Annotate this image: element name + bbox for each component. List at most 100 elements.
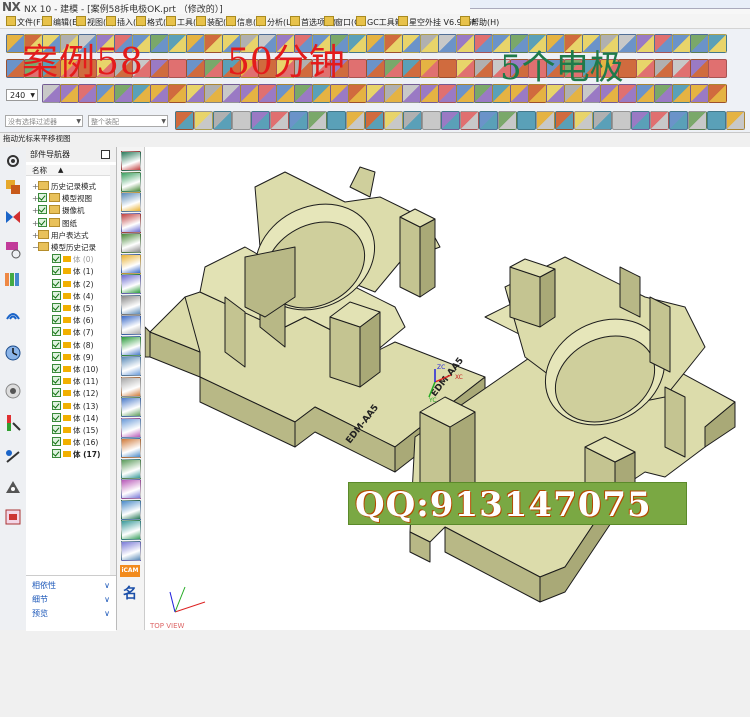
toolbar-button[interactable] [707,111,726,130]
vertical-tool-button[interactable] [121,233,141,253]
navigator-section-tab[interactable]: 细节 ∨ [26,593,116,606]
toolbar-button[interactable] [308,111,327,130]
navigator-section-tab[interactable]: 相依性 ∨ [26,579,116,592]
toolbar-button[interactable] [441,111,460,130]
toolbar-button[interactable] [186,59,205,78]
tree-node[interactable]: − 模型历史记录 [32,242,96,254]
toolbar-button[interactable] [348,59,367,78]
toolbar-button[interactable] [186,34,205,53]
tree-node[interactable]: 体 (1) [52,266,94,278]
toolbar-button[interactable] [536,111,555,130]
toolbar-button[interactable] [690,34,709,53]
vertical-tool-button[interactable] [121,212,141,233]
toolbar-button[interactable] [258,84,277,103]
toolbar-button[interactable] [690,59,709,78]
tree-node[interactable]: 体 (6) [52,315,94,327]
toolbar-button[interactable] [168,84,187,103]
toolbar-button[interactable] [726,111,745,130]
electrode-right[interactable] [409,256,736,603]
toolbar-button[interactable] [631,111,650,130]
toolbar-button[interactable] [708,59,727,78]
vertical-tool-button[interactable] [121,479,141,499]
toolbar-button[interactable] [384,34,403,53]
toolbar-button[interactable] [460,111,479,130]
toolbar-button[interactable] [312,84,331,103]
toolbar-button[interactable] [346,111,365,130]
toolbar-button[interactable] [222,84,241,103]
toolbar-button[interactable] [474,59,493,78]
reuse-library-icon[interactable] [3,269,23,289]
visibility-checkbox[interactable] [52,400,61,410]
tree-node[interactable]: + 用户表达式 [32,229,89,242]
toolbar-button[interactable] [555,111,574,130]
toolbar-button[interactable] [422,111,441,130]
toolbar-button[interactable] [636,84,655,103]
assembly-navigator-icon[interactable] [3,207,23,227]
navigator-section-tab[interactable]: 预览 ∨ [26,607,116,620]
visibility-checkbox[interactable] [38,193,47,203]
visibility-checkbox[interactable] [52,266,61,276]
visibility-checkbox[interactable] [52,303,61,312]
toolbar-button[interactable] [498,111,517,130]
model-view[interactable]: EDM-AA5 EDM-AA5 XC YC ZC [144,147,750,630]
menu-item[interactable]: 分析(L) [256,16,294,28]
toolbar-button[interactable] [175,111,194,130]
toolbar-button[interactable] [348,84,367,103]
toolbar-button[interactable] [402,84,421,103]
toolbar-button[interactable] [636,34,655,53]
toolbar-button[interactable] [150,59,169,78]
toolbar-button[interactable] [420,59,439,78]
visibility-checkbox[interactable] [52,254,61,264]
toolbar-button[interactable] [366,59,385,78]
column-header-name[interactable]: 名称 ▲ [26,165,110,176]
toolbar-button[interactable] [204,59,223,78]
visibility-checkbox[interactable] [38,205,47,215]
vertical-tool-button[interactable] [121,171,141,192]
toolbar-button[interactable] [479,111,498,130]
toolbar-button[interactable] [186,84,205,103]
toolbar-button[interactable] [384,84,403,103]
tree-node[interactable]: 体 (14) [52,412,98,425]
maximize-icon[interactable] [101,150,110,159]
visibility-checkbox[interactable] [52,315,61,325]
toolbar-button[interactable] [420,34,439,53]
toolbar-button[interactable] [672,84,691,103]
graphics-viewport[interactable]: EDM-AA5 EDM-AA5 XC YC ZC QQ:913147075 [144,147,750,630]
toolbar-button[interactable] [289,111,308,130]
tree-node[interactable]: 体 (0) [52,254,94,266]
toolbar-button[interactable] [672,59,691,78]
toolbar-button[interactable] [366,84,385,103]
toolbar-button[interactable] [42,84,61,103]
visibility-checkbox[interactable] [52,278,61,288]
toolbar-button[interactable] [132,84,151,103]
toolbar-button[interactable] [438,34,457,53]
tree-node[interactable]: + 历史记录模式 [32,181,96,193]
toolbar-button[interactable] [294,84,313,103]
tree-node[interactable]: 体 (2) [52,278,94,291]
toolbar-button[interactable] [474,34,493,53]
toolbar-button[interactable] [402,59,421,78]
toolbar-button[interactable] [384,59,403,78]
web-browser-icon[interactable] [3,305,23,325]
toolbar-button[interactable] [669,111,688,130]
toolbar-button[interactable] [574,111,593,130]
visibility-checkbox[interactable] [52,425,61,434]
vertical-tool-button[interactable] [121,499,141,520]
tree-node[interactable]: 体 (11) [52,376,98,388]
toolbar-button[interactable] [150,84,169,103]
tree-node[interactable]: 体 (4) [52,290,94,303]
toolbar-button[interactable] [654,59,673,78]
vertical-tool-button[interactable] [121,540,141,561]
toolbar-button[interactable] [403,111,422,130]
vertical-tool-button[interactable] [121,315,141,335]
toolbar-button[interactable] [204,84,223,103]
menu-item[interactable]: GC工具箱 [356,16,403,28]
reports-icon[interactable] [3,507,23,527]
visibility-checkbox[interactable] [52,412,61,422]
tree-node[interactable]: 体 (9) [52,351,94,364]
menu-item[interactable]: 文件(F) [6,16,44,28]
tree-node[interactable]: 体 (10) [52,364,98,376]
vertical-tool-button[interactable] [121,438,141,458]
tree-node[interactable]: 体 (7) [52,327,94,339]
visibility-checkbox[interactable] [52,449,61,459]
